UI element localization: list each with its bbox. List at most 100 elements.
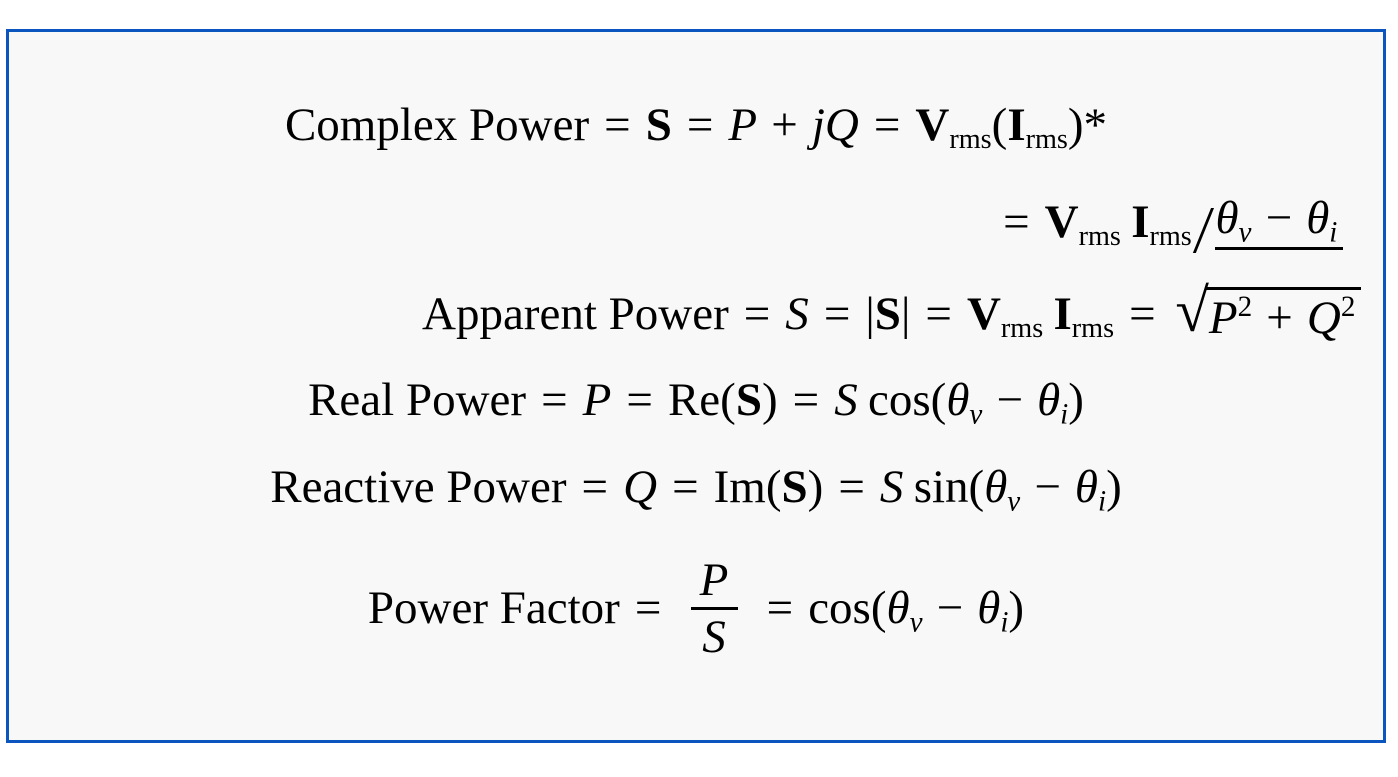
symbol-V: V bbox=[915, 99, 950, 151]
close-paren: ) bbox=[1067, 99, 1084, 151]
symbol-theta: θ bbox=[1074, 461, 1099, 513]
subscript-i: i bbox=[1098, 485, 1107, 518]
abs-bar-open: | bbox=[865, 287, 875, 340]
cos-function: cos( bbox=[808, 582, 887, 635]
symbol-I-rms: Irms bbox=[1131, 195, 1192, 250]
subscript-v: v bbox=[1007, 485, 1021, 518]
symbol-theta: θ bbox=[984, 461, 1008, 513]
symbol-S-italic: S bbox=[879, 461, 904, 513]
symbol-S-italic: S bbox=[834, 374, 858, 426]
real-power-label: Real Power bbox=[308, 374, 527, 426]
radical-icon: √ bbox=[1175, 277, 1209, 345]
subscript-i: i bbox=[1329, 216, 1338, 249]
symbol-V: V bbox=[966, 287, 1001, 340]
minus-sign: − bbox=[1265, 192, 1293, 244]
symbol-theta: θ bbox=[1306, 192, 1330, 244]
symbol-I: I bbox=[1007, 99, 1026, 151]
equals-sign: = bbox=[838, 461, 865, 513]
equals-sign: = bbox=[686, 99, 714, 151]
subscript-rms: rms bbox=[1025, 123, 1068, 155]
subscript-v: v bbox=[909, 607, 923, 640]
subscript-i: i bbox=[1060, 398, 1069, 431]
symbol-I: I bbox=[1131, 195, 1150, 248]
angle-argument: θ v − θi bbox=[1215, 195, 1343, 250]
apparent-power-label: Apparent Power bbox=[422, 287, 729, 340]
symbol-Q: Q bbox=[623, 461, 658, 513]
plus-sign: + bbox=[771, 99, 798, 151]
fraction-p-over-s: P S bbox=[690, 554, 738, 663]
equation-complex-power: Complex Power = S = P + jQ = Vrms(Irms) * bbox=[9, 99, 1383, 154]
subscript-v: v bbox=[969, 398, 983, 431]
radicand: P2 + Q2 bbox=[1206, 287, 1361, 342]
subscript-v: v bbox=[1238, 216, 1252, 249]
subscript-i: i bbox=[1000, 607, 1009, 640]
symbol-V: V bbox=[1044, 195, 1079, 248]
equals-sign: = bbox=[743, 287, 771, 340]
symbol-theta-i: θi bbox=[1306, 192, 1337, 248]
symbol-S-italic: S bbox=[785, 287, 809, 340]
plus-sign: + bbox=[1266, 291, 1293, 344]
symbol-S-bold: S bbox=[781, 461, 808, 513]
sin-function: sin( bbox=[913, 461, 985, 513]
equation-apparent-power: Apparent Power = S = | S | = Vrms Irms = √ … bbox=[9, 277, 1361, 345]
symbol-P: P bbox=[1208, 291, 1238, 344]
equals-sign: = bbox=[672, 461, 699, 513]
symbol-I-rms: Irms bbox=[1054, 290, 1115, 342]
symbol-Q: Q bbox=[824, 99, 859, 151]
minus-sign: − bbox=[996, 374, 1023, 426]
symbol-S-bold: S bbox=[874, 287, 901, 340]
conjugate-star: * bbox=[1083, 99, 1108, 151]
symbol-V-rms: Vrms bbox=[1044, 195, 1121, 250]
fraction-denominator: S bbox=[702, 610, 726, 663]
angle-notation: θ v − θi bbox=[1192, 195, 1343, 253]
symbol-j: j bbox=[811, 99, 825, 151]
square-root: √ P2 + Q2 bbox=[1175, 277, 1361, 345]
equals-sign: = bbox=[604, 99, 631, 151]
open-paren: ( bbox=[991, 99, 1008, 151]
exponent-2: 2 bbox=[1340, 290, 1356, 323]
subscript-rms: rms bbox=[1071, 312, 1115, 344]
symbol-P: P bbox=[728, 99, 758, 151]
subscript-rms: rms bbox=[1078, 220, 1121, 252]
symbol-Q-squared: Q2 bbox=[1307, 292, 1356, 344]
symbol-V-rms: Vrms bbox=[966, 287, 1043, 342]
symbol-P: P bbox=[582, 374, 612, 426]
symbol-theta-i: θi bbox=[1037, 374, 1068, 430]
real-part-operator: Re( bbox=[667, 374, 736, 426]
exponent-2: 2 bbox=[1237, 290, 1253, 323]
symbol-Q: Q bbox=[1306, 291, 1341, 344]
close-paren: ) bbox=[1106, 461, 1122, 513]
equals-sign: = bbox=[823, 287, 851, 340]
close-paren: ) bbox=[761, 374, 778, 426]
equation-complex-power-polar: = Vrms Irms θv − θi bbox=[9, 195, 1343, 253]
cos-function: cos( bbox=[868, 374, 947, 426]
symbol-V-rms: Vrms bbox=[915, 99, 991, 154]
symbol-theta-v: θv bbox=[946, 374, 982, 430]
minus-sign: − bbox=[1034, 461, 1061, 513]
minus-sign: − bbox=[936, 582, 964, 635]
close-paren: ) bbox=[807, 461, 824, 513]
subscript-rms: rms bbox=[1000, 312, 1044, 344]
symbol-S-bold: S bbox=[735, 374, 762, 426]
equals-sign: = bbox=[634, 582, 662, 635]
symbol-theta-i: θi bbox=[977, 582, 1008, 638]
equation-reactive-power: Reactive Power = Q = Im(S) = Ssin(θv − θi) bbox=[9, 461, 1383, 517]
symbol-theta-i: θi bbox=[1074, 461, 1106, 517]
close-paren: ) bbox=[1068, 374, 1084, 426]
equals-sign: = bbox=[541, 374, 568, 426]
fraction-numerator: P bbox=[699, 554, 729, 606]
power-factor-label: Power Factor bbox=[367, 582, 620, 635]
symbol-P-squared: P2 bbox=[1209, 292, 1252, 344]
equals-sign: = bbox=[873, 99, 901, 151]
symbol-theta: θ bbox=[1037, 374, 1061, 426]
equals-sign: = bbox=[766, 582, 794, 635]
equals-sign: = bbox=[1129, 287, 1156, 340]
symbol-theta: θ bbox=[946, 374, 970, 426]
abs-bar-close: | bbox=[900, 287, 911, 340]
symbol-theta: θ bbox=[977, 582, 1001, 635]
equation-power-factor: Power Factor = P S = cos(θv − θi) bbox=[9, 557, 1383, 661]
subscript-rms: rms bbox=[1149, 220, 1192, 252]
symbol-theta: θ bbox=[886, 582, 910, 635]
equals-sign: = bbox=[792, 374, 820, 426]
close-paren: ) bbox=[1008, 582, 1025, 635]
